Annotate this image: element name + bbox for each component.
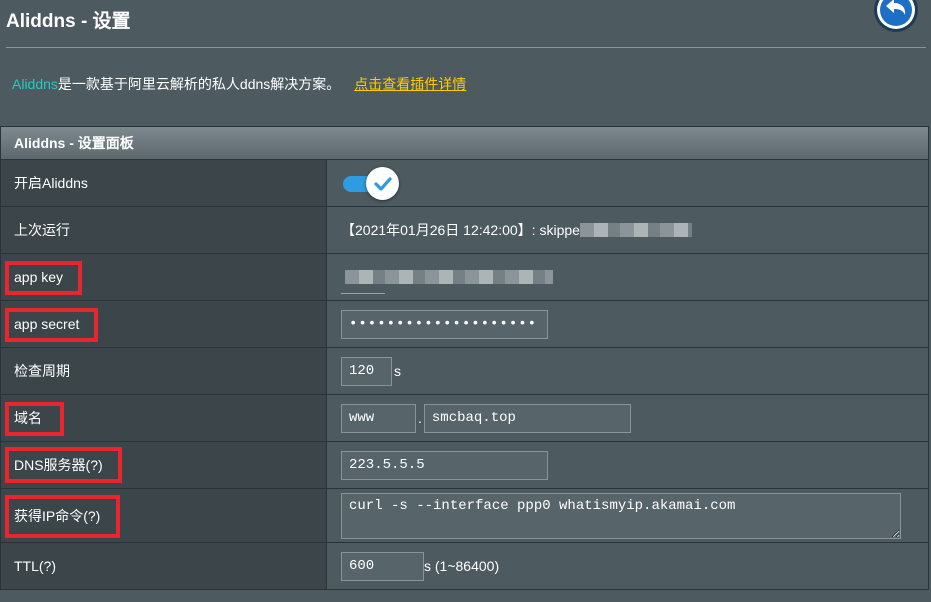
panel-title: Aliddns - 设置面板 [1,127,928,160]
enable-toggle[interactable] [341,166,399,200]
last-run-label: 上次运行 [1,207,327,253]
ip-command-textarea[interactable]: curl -s --interface ppp0 whatismyip.akam… [341,493,901,539]
app-secret-label: app secret [14,316,80,332]
plugin-description: Aliddns是一款基于阿里云解析的私人ddns解决方案。 点击查看插件详情 [12,74,466,94]
back-button[interactable] [872,0,920,34]
redacted-text [345,269,553,284]
title-divider [6,47,926,48]
interval-unit: s [394,363,401,379]
row-domain: 域名 www . smcbaq.top [1,395,928,442]
description-text: 是一款基于阿里云解析的私人ddns解决方案。 [57,76,341,92]
row-last-run: 上次运行 【2021年01月26日 12:42:00】: skippe [1,207,928,254]
domain-input[interactable]: smcbaq.top [423,403,631,433]
row-interval: 检查周期 120 s [1,348,928,395]
domain-separator: . [418,410,422,426]
ttl-label: TTL(?) [1,543,327,589]
plugin-details-link[interactable]: 点击查看插件详情 [354,76,466,92]
subdomain-input[interactable]: www [341,403,416,433]
dns-server-label: DNS服务器(?) [14,457,103,473]
row-enable: 开启Aliddns [1,160,928,207]
toggle-knob [366,167,399,200]
redacted-text [579,223,692,237]
row-dns-server: DNS服务器(?) 223.5.5.5 [1,442,928,489]
last-run-value: 【2021年01月26日 12:42:00】: skippe [341,222,580,238]
dns-server-input[interactable]: 223.5.5.5 [341,450,548,480]
domain-label: 域名 [14,410,42,426]
brand-name: Aliddns [12,76,58,92]
row-app-secret: app secret •••••••••••••••••••• [1,301,928,348]
row-ttl: TTL(?) 600 s (1~86400) [1,543,928,589]
ttl-unit: s (1~86400) [424,558,500,574]
ip-command-label: 获得IP命令(?) [14,507,101,524]
app-key-label: app key [14,269,64,285]
enable-label: 开启Aliddns [1,160,327,206]
ttl-input[interactable]: 600 [341,551,424,581]
row-app-key: app key [1,254,928,301]
page-title: Aliddns - 设置 [6,11,131,32]
back-arrow-icon [874,0,918,32]
app-key-input[interactable] [341,263,553,294]
app-secret-input[interactable]: •••••••••••••••••••• [341,309,548,339]
interval-input[interactable]: 120 [341,356,392,386]
checkmark-icon [373,176,392,191]
settings-panel: Aliddns - 设置面板 开启Aliddns 上次运行 【2021年01月2… [0,126,929,590]
interval-label: 检查周期 [1,348,327,394]
row-ip-command: 获得IP命令(?) curl -s --interface ppp0 whati… [1,489,928,543]
